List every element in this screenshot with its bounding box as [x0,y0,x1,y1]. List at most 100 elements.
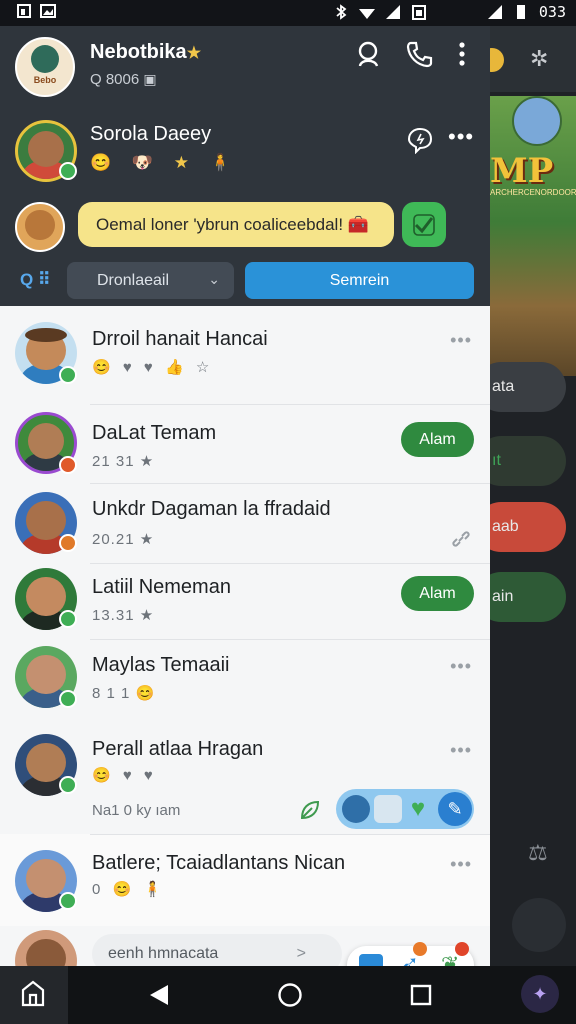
list-item[interactable]: Latiil Nememan 13.31 ★ Alam [0,563,490,640]
contact-name: Unkdr Dagaman la ffradaid [92,498,331,520]
profile-avatar[interactable]: Bebo [15,37,75,97]
status-bar: 033 [0,0,576,26]
home-icon[interactable] [20,979,46,1007]
category-dropdown[interactable]: Dronlaeail ⌄ [67,262,234,299]
leaf-icon[interactable] [298,798,322,822]
bubble-avatar[interactable] [15,202,65,252]
check-icon [413,213,435,236]
contact-sub: 0 😊 🧍 [92,881,167,898]
recents-icon[interactable] [410,984,432,1006]
avatar-face [26,742,66,783]
battery-icon [411,5,426,20]
phone-icon[interactable] [405,40,433,68]
contact-sub: 13.31 ★ [92,607,155,624]
avatar-hat [25,328,67,342]
bg-coin-icon [490,48,504,72]
assistant-icon[interactable]: ✦ [521,975,559,1013]
list-item[interactable]: Drroil hanait Hancai 😊 ♥ ♥ 👍 ☆ ••• [0,306,490,406]
more-horizontal-icon[interactable]: ••• [450,740,472,761]
confirm-button[interactable] [402,202,446,247]
list-item[interactable]: DaLat Temam 21 31 ★ Alam [0,404,490,484]
chat-icon[interactable] [342,795,370,823]
back-icon[interactable] [148,983,170,1007]
battery-full-icon [516,5,525,19]
bg-avatar [512,96,562,146]
pen-icon[interactable]: ✎ [438,792,472,826]
accept-button[interactable]: Alam [401,422,474,457]
quick-actions-group: ♥ ✎ [336,789,474,829]
home-circle-icon[interactable] [277,982,303,1008]
contact-name: Latiil Nememan [92,576,231,598]
accept-button[interactable]: Alam [401,576,474,611]
notification-badge [455,942,469,956]
avatar-face [26,858,66,899]
photo-icon[interactable] [374,795,402,823]
divider [90,563,490,564]
search-button[interactable]: Semrein [245,262,474,299]
more-horizontal-icon[interactable]: ••• [450,656,472,677]
bg-circle-button[interactable] [512,898,566,952]
contact-avatar [15,930,77,966]
more-horizontal-icon[interactable]: ••• [450,854,472,875]
more-horizontal-icon[interactable]: ••• [448,124,474,150]
filter-icon[interactable]: Q ⠿ [20,270,50,290]
bg-chip-label: ata [492,378,515,395]
search-icon[interactable] [355,40,383,68]
more-horizontal-icon[interactable]: ••• [450,330,472,351]
gear-icon[interactable]: ✲ [530,46,556,72]
contact-name: DaLat Temam [92,422,217,444]
profile-sub-text: Q 8006 [90,71,140,88]
message-bubble[interactable]: Oemal loner 'ybrun coaliceebdal! 🧰 [78,202,394,247]
contact-name: Maylas Temaaii [92,654,230,676]
list-item[interactable]: Maylas Temaaii 8 1 1 😊 ••• [0,639,490,722]
list-item[interactable]: Unkdr Dagaman la ffradaid 20.21 ★ [0,483,490,564]
message-input[interactable]: eenh hmnacata > [92,934,342,966]
screen: 033 ✲ MP ARCHERCENORDOOR ata ıt aab ain … [0,0,576,1024]
bg-chip-label: aab [492,518,519,535]
chevron-down-icon: ⌄ [208,271,220,287]
notification-icon [17,4,31,18]
link-icon[interactable] [450,528,472,550]
bg-chip-2[interactable]: ıt [490,436,566,486]
contact-sub: 20.21 ★ [92,531,155,548]
chevron-right-icon: > [296,945,306,962]
signal-icon-2 [487,5,502,19]
online-badge [59,610,77,628]
scale-icon[interactable]: ⚖ [528,840,556,868]
bg-chip-3[interactable]: aab [490,502,566,552]
chat-bubble-icon[interactable] [406,126,434,154]
more-vertical-icon[interactable] [448,40,476,68]
bg-game-subtitle: ARCHERCENORDOOR [490,188,576,197]
online-badge [59,776,77,794]
message-icon[interactable] [359,954,383,966]
reaction-bar: ➶ ❦ [347,942,474,966]
contact-sub: 😊 ♥ ♥ 👍 ☆ [92,359,214,376]
status-badge [59,456,77,474]
contact-name: Perall atlaa Hragan [92,738,264,760]
status-left [16,3,56,19]
contact-name: Drroil hanait Hancai [92,328,268,350]
heart-icon[interactable]: ♥ [404,795,432,823]
online-badge [59,366,77,384]
divider [90,404,490,405]
list-item[interactable]: Batlere; Tcaiadlantans Nican 0 😊 🧍 ••• [0,834,490,926]
message-input-placeholder: eenh hmnacata [108,945,219,962]
avatar-label: Bebo [33,75,57,85]
navigation-bar: ✦ [0,966,576,1024]
divider [90,483,490,484]
featured-name: Sorola Daeey [90,123,212,145]
wifi-icon [358,9,375,19]
profile-name-text: Nebotbika [90,41,187,63]
contact-name: Batlere; Tcaiadlantans Nican [92,852,346,874]
avatar-face [28,422,64,459]
bg-chip-1[interactable]: ata [490,362,566,412]
avatar-face [28,130,64,167]
profile-sub: Q 8006 ▣ [90,71,157,88]
divider [90,639,490,640]
status-time: 033 [538,3,566,21]
image-icon [40,4,56,18]
avatar-face [31,44,59,73]
bg-chip-4[interactable]: ain [490,572,566,622]
online-badge [59,690,77,708]
profile-name: Nebotbika★ [90,41,201,64]
